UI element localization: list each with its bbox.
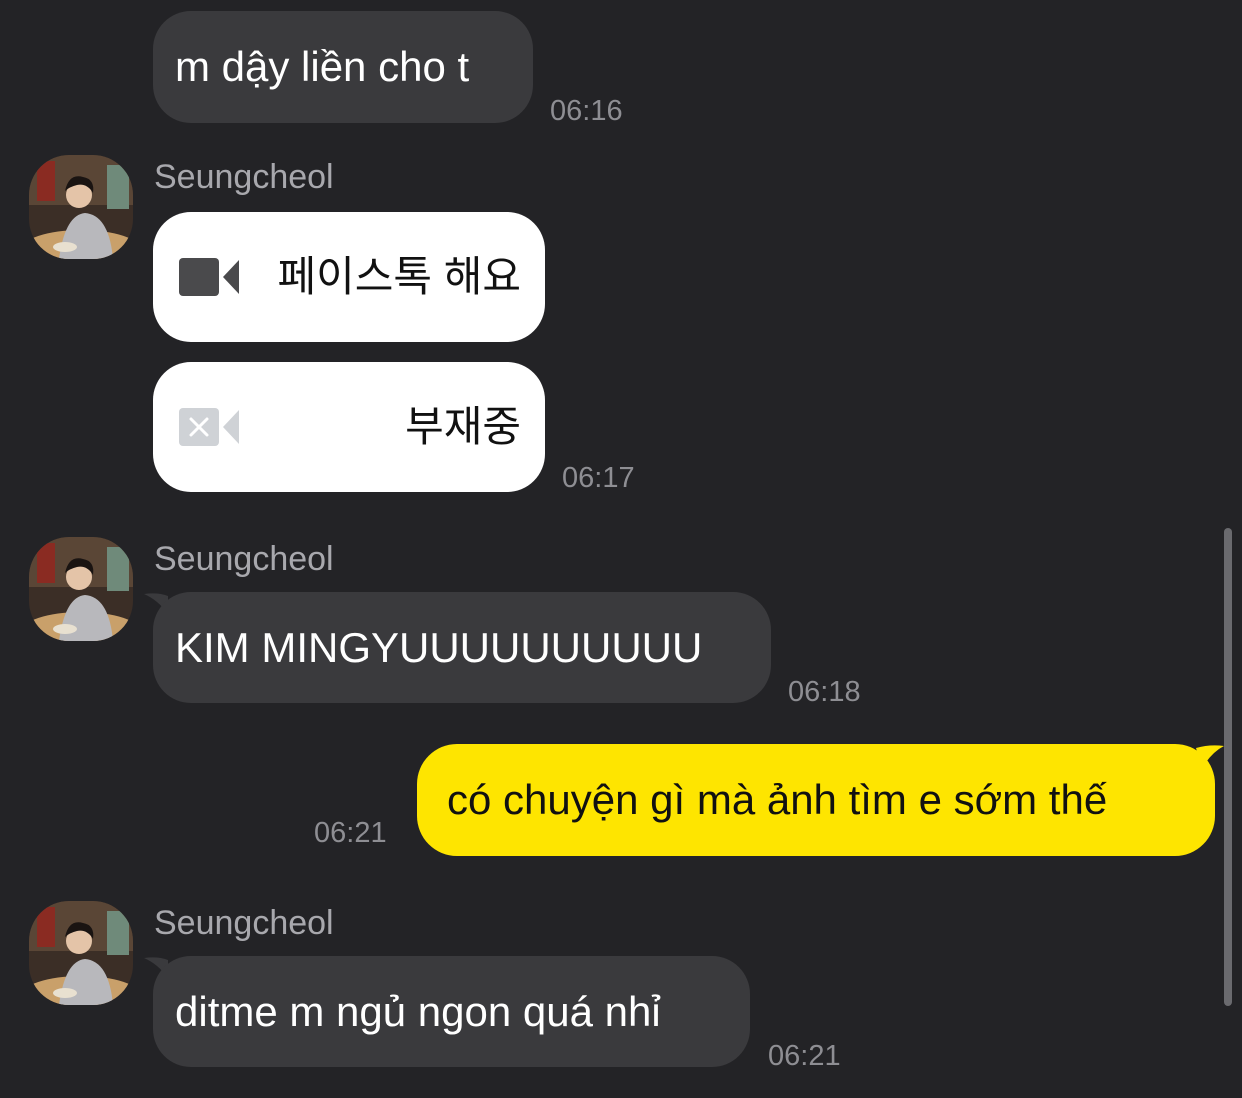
chat-view[interactable]: m dậy liền cho t 06:16 Seungcheol 페이스톡 해… bbox=[0, 0, 1242, 1098]
bubble-tail bbox=[1196, 745, 1224, 768]
message-bubble[interactable]: KIM MINGYUUUUUUUUUU bbox=[153, 592, 771, 703]
outgoing-message-bubble[interactable]: có chuyện gì mà ảnh tìm e sớm thế bbox=[417, 744, 1215, 856]
call-label: 부재중 bbox=[405, 403, 521, 450]
message-text: m dậy liền cho t bbox=[175, 43, 470, 90]
sender-name: Seungcheol bbox=[154, 158, 334, 196]
avatar[interactable] bbox=[29, 901, 133, 1005]
scrollbar[interactable] bbox=[1224, 528, 1232, 1006]
message-text: ditme m ngủ ngon quá nhỉ bbox=[175, 987, 661, 1035]
message-bubble[interactable]: m dậy liền cho t bbox=[153, 11, 533, 123]
message-timestamp: 06:21 bbox=[314, 817, 387, 849]
video-call-bubble[interactable]: 페이스톡 해요 bbox=[153, 212, 545, 342]
message-timestamp: 06:16 bbox=[550, 95, 623, 127]
sender-name: Seungcheol bbox=[154, 540, 334, 578]
message-bubble[interactable]: ditme m ngủ ngon quá nhỉ bbox=[153, 956, 750, 1067]
sender-name: Seungcheol bbox=[154, 904, 334, 942]
message-timestamp: 06:17 bbox=[562, 462, 635, 494]
video-call-icon bbox=[179, 257, 241, 297]
missed-video-call-icon bbox=[179, 407, 241, 447]
avatar[interactable] bbox=[29, 155, 133, 259]
message-text: có chuyện gì mà ảnh tìm e sớm thế bbox=[447, 776, 1108, 823]
message-timestamp: 06:21 bbox=[768, 1040, 841, 1072]
message-text: KIM MINGYUUUUUUUUUU bbox=[175, 623, 703, 671]
call-label: 페이스톡 해요 bbox=[277, 253, 521, 300]
missed-call-bubble[interactable]: 부재중 bbox=[153, 362, 545, 492]
message-timestamp: 06:18 bbox=[788, 676, 861, 708]
avatar[interactable] bbox=[29, 537, 133, 641]
